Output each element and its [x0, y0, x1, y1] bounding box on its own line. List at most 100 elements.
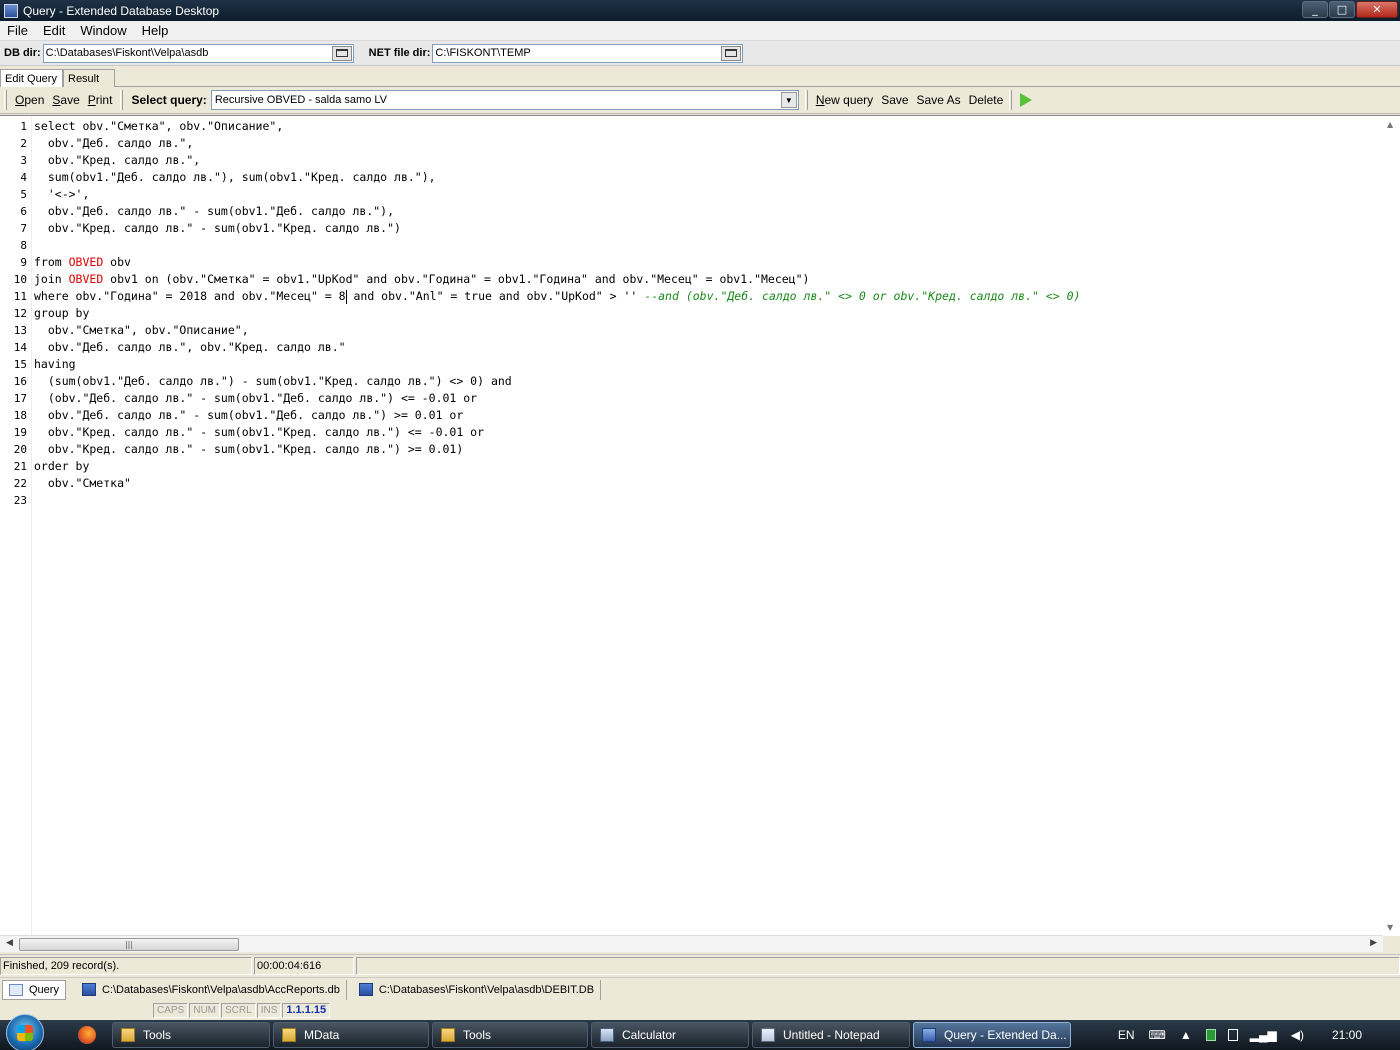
- code-segment: obv."Деб. салдо лв.", obv."Кред. салдо л…: [34, 340, 346, 354]
- code-line[interactable]: 15 having: [0, 356, 1382, 373]
- line-number: 23: [13, 494, 27, 507]
- clock[interactable]: 21:00: [1332, 1028, 1362, 1042]
- code-segment: group by: [34, 306, 90, 320]
- line-number: 7: [20, 222, 27, 235]
- code-text: obv."Сметка": [31, 475, 131, 492]
- window-tab-query[interactable]: Query: [2, 979, 66, 1000]
- db-dir-field[interactable]: C:\Databases\Fiskont\Velpa\asdb: [42, 43, 354, 63]
- scroll-right-icon[interactable]: ▶: [1370, 938, 1377, 948]
- code-line[interactable]: 12 group by: [0, 305, 1382, 322]
- start-button[interactable]: [6, 1014, 44, 1050]
- taskbar-item-calculator[interactable]: Calculator: [591, 1022, 749, 1048]
- code-line[interactable]: 6 obv."Деб. салдо лв." - sum(obv1."Деб. …: [0, 203, 1382, 220]
- taskbar-item-mdata[interactable]: MData: [273, 1022, 429, 1048]
- taskbar-item-tools[interactable]: Tools: [112, 1022, 270, 1048]
- code-line[interactable]: 16 (sum(obv1."Деб. салдо лв.") - sum(obv…: [0, 373, 1382, 390]
- line-number: 8: [20, 239, 27, 252]
- delete-button[interactable]: Delete: [965, 93, 1008, 107]
- code-line[interactable]: 17 (obv."Деб. салдо лв." - sum(obv1."Деб…: [0, 390, 1382, 407]
- tray-device-icon[interactable]: [1227, 1029, 1238, 1041]
- line-number: 22: [13, 477, 27, 490]
- folder-icon: [282, 1028, 296, 1042]
- tray-app-icon[interactable]: [1205, 1029, 1216, 1041]
- vertical-scrollbar[interactable]: ▲ ▼: [1383, 116, 1400, 936]
- code-area[interactable]: 1 select obv."Сметка", obv."Описание", 2 o…: [0, 118, 1382, 509]
- select-query-dropdown[interactable]: Recursive OBVED - salda samo LV ▼: [210, 90, 799, 110]
- code-text: order by: [31, 458, 89, 475]
- menu-file[interactable]: File: [0, 23, 36, 38]
- menu-window[interactable]: Window: [73, 23, 134, 38]
- scroll-thumb[interactable]: |||: [19, 938, 239, 951]
- code-line[interactable]: 21 order by: [0, 458, 1382, 475]
- show-hidden-icons-icon[interactable]: ▲: [1180, 1028, 1192, 1042]
- chevron-down-icon[interactable]: ▼: [780, 92, 797, 108]
- code-line[interactable]: 9 from OBVED obv: [0, 254, 1382, 271]
- language-indicator[interactable]: EN: [1118, 1028, 1135, 1042]
- code-line[interactable]: 14 obv."Деб. салдо лв.", obv."Кред. салд…: [0, 339, 1382, 356]
- query-toolbar: Open Save Print Select query: Recursive …: [0, 87, 1400, 114]
- run-query-icon[interactable]: [1020, 93, 1033, 107]
- code-line[interactable]: 19 obv."Кред. салдо лв." - sum(obv1."Кре…: [0, 424, 1382, 441]
- toolbar-separator: [804, 90, 808, 110]
- code-line[interactable]: 18 obv."Деб. салдо лв." - sum(obv1."Деб.…: [0, 407, 1382, 424]
- code-segment: obv."Кред. салдо лв." - sum(obv1."Кред. …: [34, 442, 464, 456]
- taskbar-item-notepad[interactable]: Untitled - Notepad: [752, 1022, 910, 1048]
- maximize-button[interactable]: □: [1329, 1, 1355, 18]
- line-number: 20: [13, 443, 27, 456]
- save-as-button[interactable]: Save As: [913, 93, 965, 107]
- code-line[interactable]: 3 obv."Кред. салдо лв.",: [0, 152, 1382, 169]
- firefox-icon[interactable]: [78, 1026, 96, 1044]
- line-number: 21: [13, 460, 27, 473]
- save-query-button[interactable]: Save: [877, 93, 912, 107]
- open-button[interactable]: Open: [11, 93, 48, 107]
- minimize-button[interactable]: _: [1302, 1, 1328, 18]
- menu-edit[interactable]: Edit: [36, 23, 73, 38]
- scroll-left-icon[interactable]: ◀: [6, 938, 13, 948]
- network-icon[interactable]: ▂▄▆: [1250, 1028, 1277, 1042]
- close-button[interactable]: ✕: [1356, 1, 1398, 18]
- code-text: select obv."Сметка", obv."Описание",: [31, 118, 283, 135]
- taskbar-item-label: Tools: [463, 1028, 492, 1042]
- code-text: obv."Кред. салдо лв.",: [31, 152, 200, 169]
- browse-net-dir-button[interactable]: [721, 45, 742, 61]
- code-line[interactable]: 4 sum(obv1."Деб. салдо лв."), sum(obv1."…: [0, 169, 1382, 186]
- browse-db-dir-button[interactable]: [331, 45, 352, 61]
- code-line[interactable]: 5 '<->',: [0, 186, 1382, 203]
- volume-icon[interactable]: ◀): [1291, 1028, 1304, 1042]
- code-line[interactable]: 1 select obv."Сметка", obv."Описание",: [0, 118, 1382, 135]
- taskbar-item-label: Calculator: [622, 1028, 677, 1042]
- print-button[interactable]: Print: [84, 93, 117, 107]
- save-button[interactable]: Save: [48, 93, 83, 107]
- tab-result[interactable]: Result: [63, 69, 115, 87]
- code-line[interactable]: 23: [0, 492, 1382, 509]
- notepad-icon: [761, 1028, 775, 1042]
- new-query-button[interactable]: New query: [812, 93, 877, 107]
- code-line[interactable]: 22 obv."Сметка": [0, 475, 1382, 492]
- code-line[interactable]: 13 obv."Сметка", obv."Описание",: [0, 322, 1382, 339]
- tab-edit-query[interactable]: Edit Query: [0, 69, 63, 88]
- sql-editor[interactable]: 1 select obv."Сметка", obv."Описание", 2 o…: [0, 115, 1400, 936]
- code-segment: obv."Деб. салдо лв." - sum(obv1."Деб. са…: [34, 408, 464, 422]
- code-segment: obv: [103, 255, 131, 269]
- code-line[interactable]: 20 obv."Кред. салдо лв." - sum(obv1."Кре…: [0, 441, 1382, 458]
- code-text: sum(obv1."Деб. салдо лв."), sum(obv1."Кр…: [31, 169, 436, 186]
- code-segment: '<->',: [34, 187, 90, 201]
- taskbar-item-query[interactable]: Query - Extended Da...: [913, 1022, 1071, 1048]
- taskbar-item-tools-2[interactable]: Tools: [432, 1022, 588, 1048]
- code-line[interactable]: 8: [0, 237, 1382, 254]
- keyboard-icon[interactable]: ⌨: [1149, 1028, 1166, 1042]
- scroll-down-icon[interactable]: ▼: [1387, 923, 1393, 932]
- code-line[interactable]: 11 where obv."Година" = 2018 and obv."Мес…: [0, 288, 1382, 305]
- code-line[interactable]: 10 join OBVED obv1 on (obv."Сметка" = obv…: [0, 271, 1382, 288]
- code-line[interactable]: 7 obv."Кред. салдо лв." - sum(obv1."Кред…: [0, 220, 1382, 237]
- net-dir-field[interactable]: C:\FISKONT\TEMP: [432, 43, 744, 63]
- folder-icon: [725, 49, 738, 57]
- window-tab-accreports[interactable]: C:\Databases\Fiskont\Velpa\asdb\AccRepor…: [76, 979, 347, 1000]
- line-number: 11: [13, 290, 27, 303]
- menu-help[interactable]: Help: [135, 23, 177, 38]
- window-tab-debit[interactable]: C:\Databases\Fiskont\Velpa\asdb\DEBIT.DB: [353, 979, 602, 1000]
- horizontal-scrollbar[interactable]: ◀ ||| ▶: [0, 935, 1383, 952]
- scroll-up-icon[interactable]: ▲: [1387, 120, 1393, 129]
- code-line[interactable]: 2 obv."Деб. салдо лв.",: [0, 135, 1382, 152]
